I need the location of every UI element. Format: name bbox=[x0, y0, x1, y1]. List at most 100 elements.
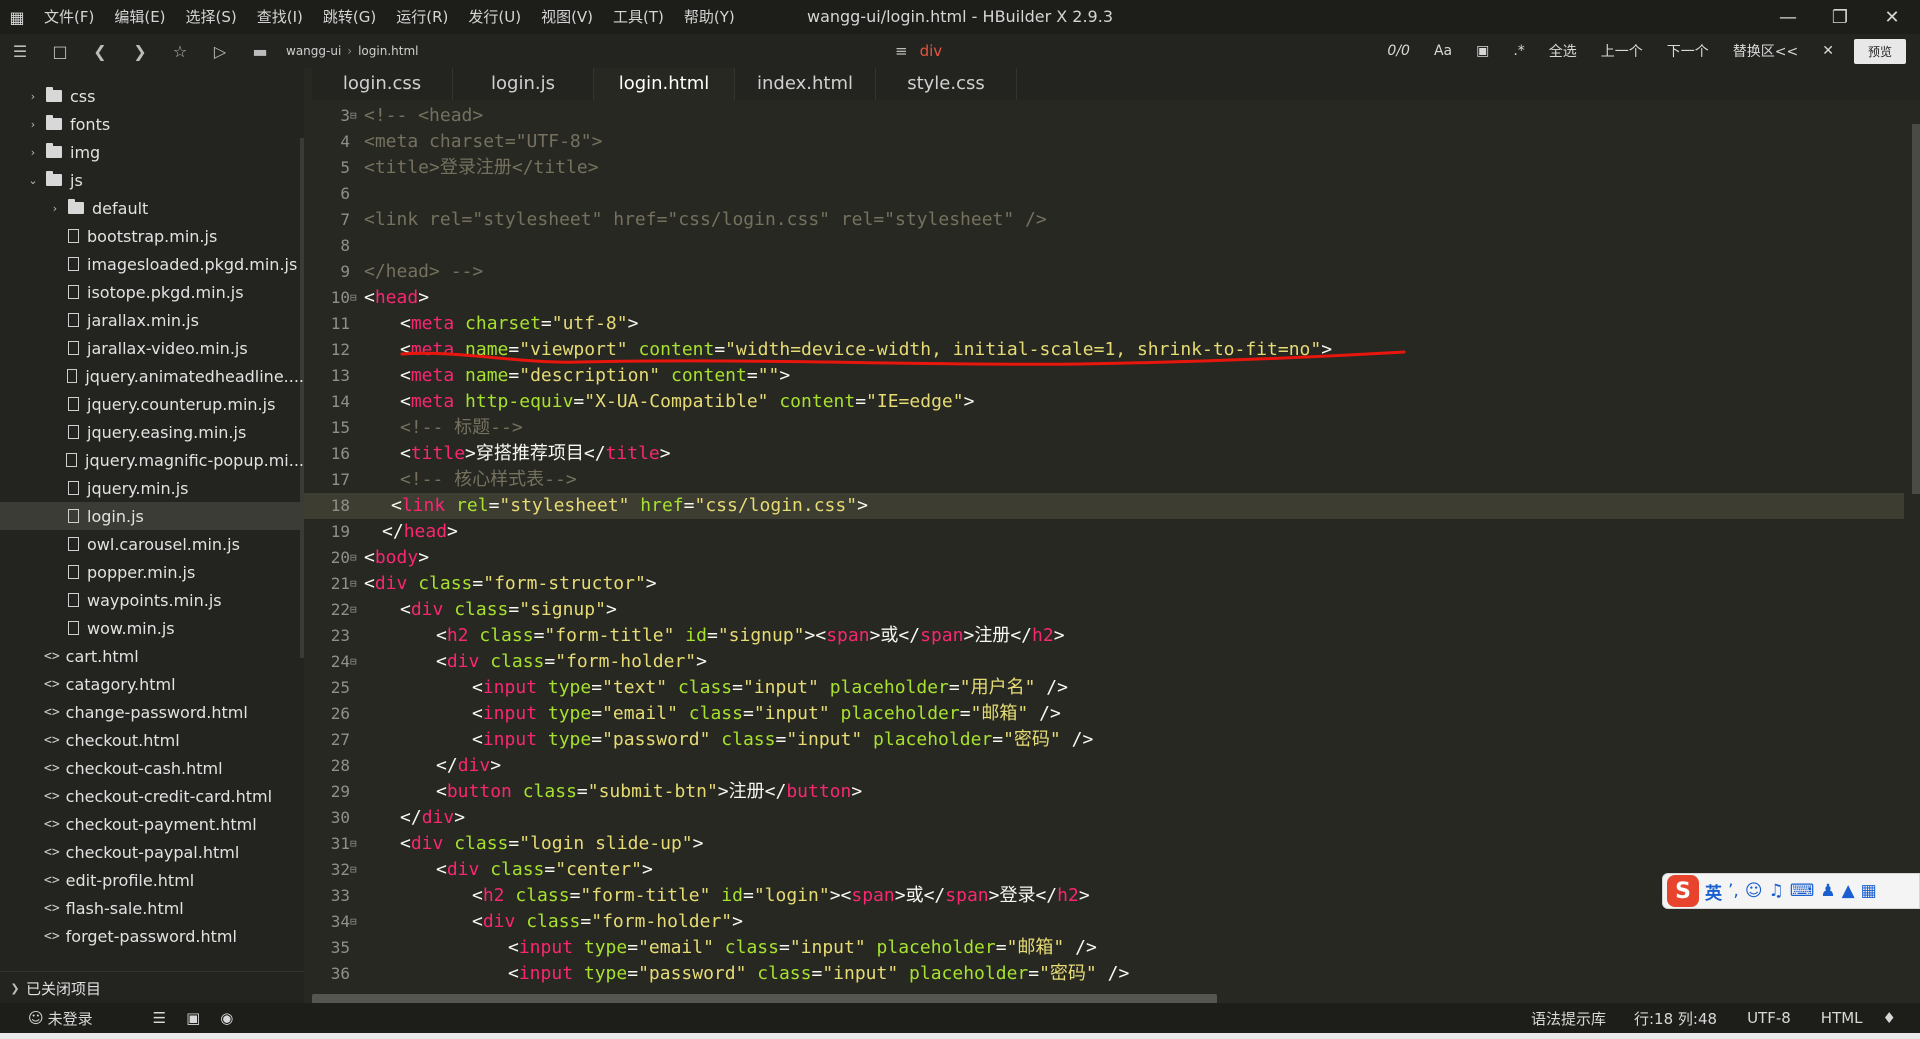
code-line[interactable]: 31 ⊟ <div class="login slide-up"> bbox=[304, 831, 1904, 857]
skin-icon[interactable]: ▲ bbox=[1842, 881, 1855, 901]
fold-toggle-icon[interactable]: ⊟ bbox=[350, 285, 362, 311]
menu-item[interactable]: 帮助(Y) bbox=[674, 0, 745, 34]
close-window-button[interactable]: ✕ bbox=[1864, 0, 1920, 34]
code-line[interactable]: 24 ⊟ <div class="form-holder"> bbox=[304, 649, 1904, 675]
tree-item[interactable]: <> cart.html bbox=[0, 642, 304, 670]
breadcrumb-project[interactable]: wangg-ui bbox=[280, 44, 347, 58]
code-line[interactable]: 18 <link rel="stylesheet" href="css/login… bbox=[304, 493, 1904, 519]
tree-item[interactable]: jquery.min.js bbox=[0, 474, 304, 502]
tree-item[interactable]: jquery.animatedheadline.... bbox=[0, 362, 304, 390]
select-all-button[interactable]: 全选 bbox=[1537, 41, 1589, 61]
keyboard-icon[interactable]: ⌨ bbox=[1790, 881, 1815, 901]
code-line[interactable]: 16 <title>穿搭推荐项目</title> bbox=[304, 441, 1904, 467]
tree-item[interactable]: jquery.easing.min.js bbox=[0, 418, 304, 446]
syntax-hint-library[interactable]: 语法提示库 bbox=[1521, 1008, 1616, 1029]
notification-bell-icon[interactable]: ♦ bbox=[1873, 1009, 1906, 1027]
tree-item[interactable]: waypoints.min.js bbox=[0, 586, 304, 614]
tree-item[interactable]: jarallax-video.min.js bbox=[0, 334, 304, 362]
minimize-button[interactable]: — bbox=[1760, 0, 1816, 34]
editor-vertical-scrollbar[interactable] bbox=[1912, 124, 1920, 494]
menu-item[interactable]: 编辑(E) bbox=[104, 0, 175, 34]
punctuation-icon[interactable]: ’, bbox=[1728, 881, 1739, 901]
menu-item[interactable]: 运行(R) bbox=[386, 0, 458, 34]
tab-index-html[interactable]: index.html bbox=[735, 68, 876, 100]
tree-item[interactable]: jquery.magnific-popup.mi... bbox=[0, 446, 304, 474]
tree-item[interactable]: <> checkout-cash.html bbox=[0, 754, 304, 782]
code-line[interactable]: 35 <input type="email" class="input" plac… bbox=[304, 935, 1904, 961]
code-line[interactable]: 19 </head> bbox=[304, 519, 1904, 545]
tree-item[interactable]: <> catagory.html bbox=[0, 670, 304, 698]
code-line[interactable]: 27 <input type="password" class="input" p… bbox=[304, 727, 1904, 753]
code-line[interactable]: 4 <meta charset="UTF-8"> bbox=[304, 129, 1904, 155]
code-line[interactable]: 17 <!-- 核心样式表--> bbox=[304, 467, 1904, 493]
fold-toggle-icon[interactable]: ⊟ bbox=[350, 831, 362, 857]
code-line[interactable]: 26 <input type="email" class="input" plac… bbox=[304, 701, 1904, 727]
code-line[interactable]: 36 <input type="password" class="input" p… bbox=[304, 961, 1904, 987]
tab-login-js[interactable]: login.js bbox=[453, 68, 594, 100]
menu-item[interactable]: 查找(I) bbox=[247, 0, 313, 34]
microphone-icon[interactable]: ♫ bbox=[1769, 881, 1784, 901]
code-line[interactable]: 3 ⊟ <!-- <head> bbox=[304, 103, 1904, 129]
code-line[interactable]: 23 <h2 class="form-title" id="signup"><sp… bbox=[304, 623, 1904, 649]
fold-toggle-icon[interactable]: ⊟ bbox=[350, 649, 362, 675]
code-line[interactable]: 34 ⊟ <div class="form-holder"> bbox=[304, 909, 1904, 935]
tree-item[interactable]: <> forget-password.html bbox=[0, 922, 304, 950]
menu-item[interactable]: 视图(V) bbox=[531, 0, 603, 34]
code-line[interactable]: 22 ⊟ <div class="signup"> bbox=[304, 597, 1904, 623]
fold-toggle-icon[interactable]: ⊟ bbox=[350, 571, 362, 597]
find-options-icon[interactable]: ≡ bbox=[895, 42, 908, 60]
code-line[interactable]: 28 </div> bbox=[304, 753, 1904, 779]
fold-toggle-icon[interactable]: ⊟ bbox=[350, 909, 362, 935]
code-line[interactable]: 15 <!-- 标题--> bbox=[304, 415, 1904, 441]
code-line[interactable]: 7 <link rel="stylesheet" href="css/login.… bbox=[304, 207, 1904, 233]
code-editor[interactable]: 3 ⊟ <!-- <head> 4 <meta charset="UTF-8"> 5 <ti… bbox=[304, 100, 1920, 994]
ime-toolbar[interactable]: S 英 ’, ☺ ♫ ⌨ ♟ ▲ ▦ bbox=[1662, 873, 1920, 909]
chevron-right-icon[interactable]: › bbox=[26, 90, 40, 103]
regex-icon[interactable]: .* bbox=[1501, 43, 1536, 59]
menu-item[interactable]: 选择(S) bbox=[176, 0, 247, 34]
tab-style-css[interactable]: style.css bbox=[876, 68, 1017, 100]
folder-icon[interactable]: ▬ bbox=[240, 34, 280, 68]
tree-item[interactable]: › css bbox=[0, 82, 304, 110]
code-line[interactable]: 6 bbox=[304, 181, 1904, 207]
chevron-right-icon[interactable]: › bbox=[26, 118, 40, 131]
menu-item[interactable]: 跳转(G) bbox=[313, 0, 386, 34]
code-line[interactable]: 25 <input type="text" class="input" place… bbox=[304, 675, 1904, 701]
code-line[interactable]: 30 </div> bbox=[304, 805, 1904, 831]
close-find-icon[interactable]: ✕ bbox=[1810, 43, 1846, 59]
tree-item[interactable]: › img bbox=[0, 138, 304, 166]
ime-language-mode[interactable]: 英 bbox=[1705, 879, 1722, 904]
menu-item[interactable]: 文件(F) bbox=[34, 0, 104, 34]
tree-item[interactable]: <> checkout-payment.html bbox=[0, 810, 304, 838]
star-icon[interactable]: ☆ bbox=[160, 34, 200, 68]
tree-item[interactable]: jquery.counterup.min.js bbox=[0, 390, 304, 418]
code-line[interactable]: 11 <meta charset="utf-8"> bbox=[304, 311, 1904, 337]
user-icon[interactable]: ♟ bbox=[1820, 881, 1835, 901]
tree-item[interactable]: isotope.pkgd.min.js bbox=[0, 278, 304, 306]
chevron-right-icon[interactable]: › bbox=[26, 146, 40, 159]
fold-toggle-icon[interactable]: ⊟ bbox=[350, 597, 362, 623]
tree-item[interactable]: jarallax.min.js bbox=[0, 306, 304, 334]
code-line[interactable]: 14 <meta http-equiv="X-UA-Compatible" con… bbox=[304, 389, 1904, 415]
match-case-icon[interactable]: Aa bbox=[1422, 43, 1464, 59]
tree-item[interactable]: bootstrap.min.js bbox=[0, 222, 304, 250]
chevron-down-icon[interactable]: ⌄ bbox=[26, 174, 40, 187]
cursor-position[interactable]: 行:18 列:48 bbox=[1624, 1008, 1727, 1029]
find-input[interactable]: div bbox=[920, 42, 943, 60]
tree-item[interactable]: <> change-password.html bbox=[0, 698, 304, 726]
fold-toggle-icon[interactable]: ⊟ bbox=[350, 545, 362, 571]
replace-toggle-button[interactable]: 替换区<< bbox=[1721, 41, 1810, 61]
file-encoding[interactable]: UTF-8 bbox=[1737, 1009, 1801, 1027]
tree-item[interactable]: <> flash-sale.html bbox=[0, 894, 304, 922]
tree-item[interactable]: <> checkout-paypal.html bbox=[0, 838, 304, 866]
tree-item[interactable]: wow.min.js bbox=[0, 614, 304, 642]
back-icon[interactable]: ❮ bbox=[80, 34, 120, 68]
new-file-icon[interactable]: ☰ bbox=[0, 34, 40, 68]
code-line[interactable]: 21 ⊟ <div class="form-structor"> bbox=[304, 571, 1904, 597]
fold-toggle-icon[interactable]: ⊟ bbox=[350, 103, 362, 129]
console-icon[interactable]: ▣ bbox=[176, 1009, 210, 1027]
prev-match-button[interactable]: 上一个 bbox=[1589, 41, 1655, 61]
code-line[interactable]: 10 ⊟ <head> bbox=[304, 285, 1904, 311]
menu-item[interactable]: 发行(U) bbox=[458, 0, 531, 34]
run-icon[interactable]: ▷ bbox=[200, 34, 240, 68]
